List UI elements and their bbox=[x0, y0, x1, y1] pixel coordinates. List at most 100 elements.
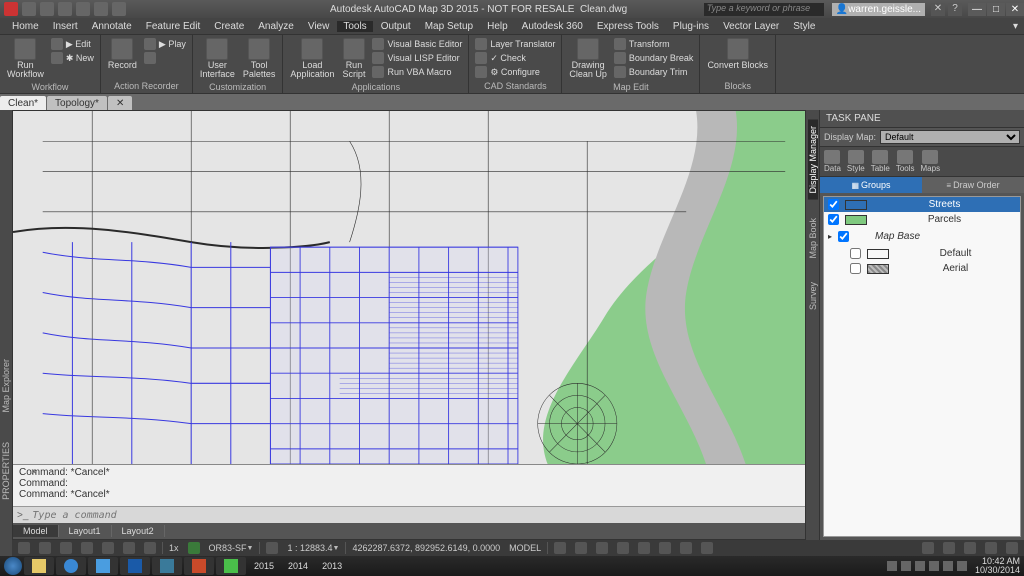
taskpane-tool-maps[interactable]: Maps bbox=[921, 150, 941, 173]
ribbon-minimize-icon[interactable]: ▾ bbox=[1007, 21, 1024, 32]
layout-tab[interactable]: Layout2 bbox=[112, 525, 165, 537]
window-minimize-button[interactable]: — bbox=[968, 3, 986, 16]
toggle-draw-order[interactable]: ≡Draw Order bbox=[922, 177, 1024, 193]
layout-tab[interactable]: Layout1 bbox=[59, 525, 112, 537]
taskbar-powerpoint-icon[interactable] bbox=[184, 557, 214, 575]
status-grid-icon[interactable] bbox=[36, 541, 54, 555]
tray-network-icon[interactable] bbox=[943, 561, 953, 571]
ribbon-button[interactable]: ⚙ Configure bbox=[473, 65, 557, 79]
layer-row[interactable]: Parcels bbox=[824, 212, 1020, 227]
status-tray-icon[interactable] bbox=[919, 541, 937, 555]
app-menu-a-icon[interactable] bbox=[4, 2, 18, 16]
menu-tab-insert[interactable]: Insert bbox=[47, 21, 84, 32]
layer-row[interactable]: Streets bbox=[824, 197, 1020, 212]
status-snap-icon[interactable] bbox=[57, 541, 75, 555]
status-polar-icon[interactable] bbox=[99, 541, 117, 555]
ribbon-button[interactable]: Tool Palettes bbox=[240, 37, 279, 80]
status-coord-system[interactable]: OR83-SF▼ bbox=[206, 541, 257, 555]
ribbon-button[interactable]: Boundary Trim bbox=[612, 65, 696, 79]
layer-visible-checkbox[interactable] bbox=[850, 263, 861, 274]
status-misc-icon[interactable] bbox=[572, 541, 590, 555]
toggle-groups[interactable]: ▦Groups bbox=[820, 177, 922, 193]
layer-visible-checkbox[interactable] bbox=[828, 214, 839, 225]
layers-tree[interactable]: StreetsParcels▸Map BaseDefaultAerial bbox=[823, 196, 1021, 537]
command-line[interactable]: >_ bbox=[13, 506, 805, 523]
tray-volume-icon[interactable] bbox=[957, 561, 967, 571]
command-history-close-icon[interactable]: × bbox=[31, 467, 37, 478]
status-scale[interactable]: 1 : 12883.4▼ bbox=[284, 541, 342, 555]
menu-tab-annotate[interactable]: Annotate bbox=[86, 21, 138, 32]
ribbon-button[interactable]: Visual LISP Editor bbox=[370, 51, 464, 65]
ribbon-button[interactable]: Transform bbox=[612, 37, 696, 51]
status-osnap-icon[interactable] bbox=[120, 541, 138, 555]
taskbar-filemgr-icon[interactable] bbox=[24, 557, 54, 575]
qat-new-icon[interactable] bbox=[22, 2, 36, 16]
status-cleanscreen-icon[interactable] bbox=[1003, 541, 1021, 555]
drawing-canvas[interactable] bbox=[13, 111, 805, 464]
display-map-select[interactable]: Default bbox=[880, 130, 1020, 144]
ribbon-button[interactable]: Layer Translator bbox=[473, 37, 557, 51]
system-tray[interactable] bbox=[887, 561, 967, 571]
ribbon-button[interactable]: Record bbox=[105, 37, 140, 71]
ribbon-button[interactable]: Run VBA Macro bbox=[370, 65, 464, 79]
taskpane-tool-style[interactable]: Style bbox=[847, 150, 865, 173]
status-scale-mode[interactable]: 1x bbox=[166, 541, 182, 555]
command-input[interactable] bbox=[32, 510, 801, 521]
status-otrack-icon[interactable] bbox=[141, 541, 159, 555]
status-tray-icon[interactable] bbox=[982, 541, 1000, 555]
start-button[interactable] bbox=[4, 557, 22, 575]
menu-tab-plug-ins[interactable]: Plug-ins bbox=[667, 21, 715, 32]
menu-tab-view[interactable]: View bbox=[302, 21, 336, 32]
status-misc-icon[interactable] bbox=[614, 541, 632, 555]
ribbon-button[interactable]: Convert Blocks bbox=[704, 37, 771, 71]
palette-tab-properties[interactable]: PROPERTIES bbox=[1, 442, 11, 500]
help-search-input[interactable]: Type a keyword or phrase bbox=[704, 3, 824, 16]
taskbar-label[interactable]: 2013 bbox=[316, 561, 348, 571]
layer-visible-checkbox[interactable] bbox=[828, 199, 839, 210]
taskbar-outlook-icon[interactable] bbox=[120, 557, 150, 575]
status-layout-icon[interactable] bbox=[15, 541, 33, 555]
status-misc-icon[interactable] bbox=[677, 541, 695, 555]
ribbon-button[interactable]: ✱ New bbox=[49, 51, 96, 65]
status-tray-icon[interactable] bbox=[961, 541, 979, 555]
ribbon-button[interactable]: Run Script bbox=[339, 37, 368, 80]
menu-tab-vector-layer[interactable]: Vector Layer bbox=[717, 21, 785, 32]
taskpane-tool-tools[interactable]: Tools bbox=[896, 150, 915, 173]
taskbar-autocad-icon[interactable] bbox=[152, 557, 182, 575]
menu-tab-autodesk-360[interactable]: Autodesk 360 bbox=[516, 21, 589, 32]
palette-tab-display-manager[interactable]: Display Manager bbox=[808, 120, 818, 200]
menu-tab-output[interactable]: Output bbox=[375, 21, 417, 32]
status-misc-icon[interactable] bbox=[593, 541, 611, 555]
status-tray-icon[interactable] bbox=[940, 541, 958, 555]
menu-tab-create[interactable]: Create bbox=[208, 21, 250, 32]
taskbar-label[interactable]: 2014 bbox=[282, 561, 314, 571]
ribbon-button[interactable]: User Interface bbox=[197, 37, 238, 80]
menu-tab-tools[interactable]: Tools bbox=[337, 21, 372, 32]
ribbon-button[interactable]: ✓ Check bbox=[473, 51, 557, 65]
document-tab[interactable]: Clean* bbox=[0, 96, 46, 110]
layer-group-header[interactable]: ▸Map Base bbox=[824, 227, 1020, 246]
qat-redo-icon[interactable] bbox=[94, 2, 108, 16]
status-misc-icon[interactable] bbox=[698, 541, 716, 555]
palette-tab-map-book[interactable]: Map Book bbox=[808, 212, 818, 265]
taskpane-tool-data[interactable]: Data bbox=[824, 150, 841, 173]
qat-save-icon[interactable] bbox=[58, 2, 72, 16]
window-maximize-button[interactable]: □ bbox=[987, 3, 1005, 16]
status-annoscale-icon[interactable] bbox=[263, 541, 281, 555]
qat-undo-icon[interactable] bbox=[76, 2, 90, 16]
layout-tab[interactable]: Model bbox=[13, 525, 59, 537]
menu-tab-style[interactable]: Style bbox=[787, 21, 821, 32]
menu-tab-help[interactable]: Help bbox=[481, 21, 514, 32]
status-misc-icon[interactable] bbox=[551, 541, 569, 555]
palette-tab-survey[interactable]: Survey bbox=[808, 276, 818, 316]
ribbon-button[interactable]: Boundary Break bbox=[612, 51, 696, 65]
ribbon-button[interactable] bbox=[142, 51, 188, 65]
layer-row[interactable]: Aerial bbox=[824, 261, 1020, 276]
menu-tab-feature-edit[interactable]: Feature Edit bbox=[140, 21, 206, 32]
window-close-button[interactable]: ✕ bbox=[1006, 3, 1024, 16]
help-icon[interactable]: ? bbox=[948, 3, 962, 16]
ribbon-button[interactable]: Load Application bbox=[287, 37, 337, 80]
system-clock[interactable]: 10:42 AM10/30/2014 bbox=[975, 557, 1020, 575]
ribbon-button[interactable]: Run Workflow bbox=[4, 37, 47, 80]
taskbar-label[interactable]: 2015 bbox=[248, 561, 280, 571]
